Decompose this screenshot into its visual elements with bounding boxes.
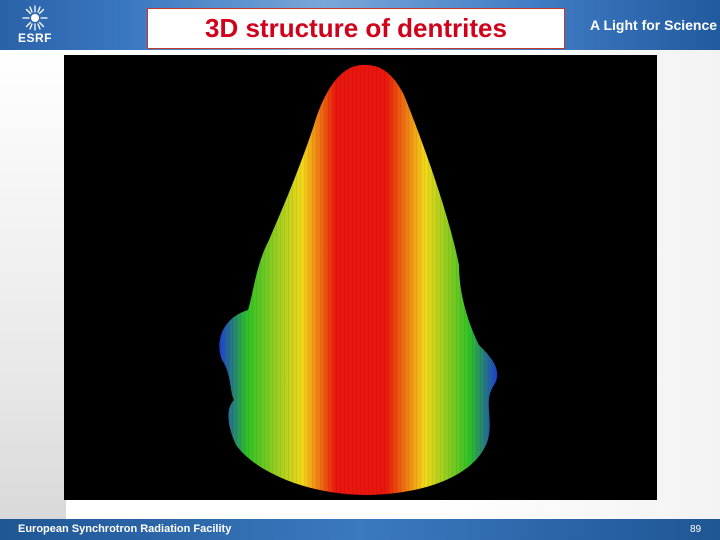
- logo-text: ESRF: [17, 31, 52, 45]
- footer-text: European Synchrotron Radiation Facility: [18, 523, 232, 535]
- slide-title: 3D structure of dentrites: [205, 13, 507, 43]
- sunburst-icon: [22, 5, 48, 31]
- slide-title-box: 3D structure of dentrites: [147, 8, 565, 49]
- page-number: 89: [690, 524, 702, 535]
- dendrite-figure: [64, 55, 657, 500]
- contour-lines: [219, 64, 498, 495]
- esrf-logo: ESRF: [14, 4, 56, 46]
- left-background: [0, 50, 66, 520]
- slogan: A Light for Science: [590, 17, 718, 33]
- dendrite-3d-rendering: [219, 64, 498, 495]
